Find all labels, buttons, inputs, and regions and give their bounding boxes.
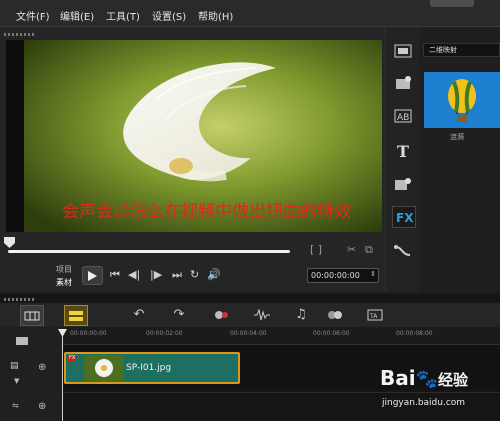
sound-mixer-icon[interactable] xyxy=(251,305,273,324)
overlay-ripple-icon[interactable]: ⊕ xyxy=(38,401,46,412)
prev-frame-icon[interactable]: ◀| xyxy=(128,268,140,281)
next-frame-icon[interactable]: |▶ xyxy=(150,268,162,281)
timeline-ruler[interactable] xyxy=(62,327,500,345)
media-icon[interactable] xyxy=(392,41,414,61)
ruler-tick: 00:00:00:00 xyxy=(70,330,107,337)
menu-file[interactable]: 文件(F) xyxy=(16,8,50,23)
undo-icon[interactable]: ↶ xyxy=(128,305,150,324)
watermark-url: jingyan.baidu.com xyxy=(382,398,466,408)
svg-text:TA: TA xyxy=(369,313,378,320)
project-mode-label[interactable]: 项目 xyxy=(56,264,76,277)
effect-thumbnail-label: 涟漪 xyxy=(450,133,464,141)
overlay-track-icon[interactable]: ⇋ xyxy=(12,401,19,410)
scrubber-bar[interactable] xyxy=(8,250,290,253)
tutorial-caption: 会声会影怎么在视频中做出扭曲的特效 xyxy=(62,202,351,222)
track-dropdown-icon[interactable]: ▼ xyxy=(14,377,19,385)
subtitle-editor-icon[interactable]: TA xyxy=(364,305,386,324)
baidu-jingyan-watermark: Bai🐾经验 jingyan.baidu.com xyxy=(380,366,498,416)
menubar: 文件(F) 编辑(E) 工具(T) 设置(S) 帮助(H) xyxy=(0,0,500,27)
preview-window: 会声会影怎么在视频中做出扭曲的特效 xyxy=(6,40,382,232)
watermark-suffix: 经验 xyxy=(438,371,469,389)
clip-name: SP-I01.jpg xyxy=(126,363,172,373)
playhead-marker[interactable] xyxy=(58,329,67,337)
timecode-value: 00:00:00:00 xyxy=(311,271,360,280)
effect-thumbnail[interactable] xyxy=(424,72,500,128)
timeline-grip[interactable] xyxy=(4,298,36,301)
menu-settings[interactable]: 设置(S) xyxy=(152,8,186,23)
text-icon[interactable]: T xyxy=(392,141,414,161)
timecode-field[interactable]: 00:00:00:00 ⇕ xyxy=(307,268,379,283)
menu-tools[interactable]: 工具(T) xyxy=(106,8,140,23)
timeline-icon[interactable] xyxy=(64,305,88,326)
balloon-icon xyxy=(448,79,476,122)
volume-icon[interactable]: 🔊 xyxy=(207,268,221,281)
play-button[interactable] xyxy=(82,266,103,285)
clip-thumbnail xyxy=(84,355,124,382)
fx-icon[interactable]: FX xyxy=(392,206,416,228)
track-manager-icon[interactable] xyxy=(16,331,28,345)
record-capture-icon[interactable] xyxy=(211,305,233,324)
svg-text:AB: AB xyxy=(397,113,409,123)
mark-in-mark-out[interactable]: [ ] xyxy=(310,243,322,256)
library-panel xyxy=(419,27,500,292)
category-dropdown[interactable]: 二维映射 xyxy=(423,43,500,57)
timeline-clip[interactable]: FX SP-I01.jpg xyxy=(64,352,240,384)
paw-icon: 🐾 xyxy=(415,369,439,390)
watermark-brand: Bai xyxy=(380,366,416,390)
motion-tracking-icon[interactable] xyxy=(324,305,346,324)
mode-switch[interactable]: 项目 素材 xyxy=(56,264,76,290)
scissors-icon[interactable]: ✂ xyxy=(347,243,356,256)
instant-project-icon[interactable] xyxy=(392,73,414,93)
ruler-tick: 00:00:02:00 xyxy=(146,330,183,337)
menu-edit[interactable]: 编辑(E) xyxy=(60,8,94,23)
fx-badge: FX xyxy=(68,355,77,361)
play-icon xyxy=(88,270,97,281)
auto-music-icon[interactable]: ♫ xyxy=(290,305,312,324)
home-icon[interactable]: ⏮ xyxy=(110,268,120,282)
end-icon[interactable]: ⏭ xyxy=(172,268,182,282)
enlarge-icon[interactable]: ⧉ xyxy=(365,243,373,257)
svg-text:FX: FX xyxy=(396,211,413,224)
ripple-edit-icon[interactable]: ⊕ xyxy=(38,362,46,373)
ruler-tick: 00:00:06:00 xyxy=(313,330,350,337)
title-ab-icon[interactable]: AB xyxy=(392,106,414,126)
timecode-stepper-icon[interactable]: ⇕ xyxy=(370,270,376,278)
video-track-icon[interactable]: ▤ xyxy=(10,361,19,371)
scrub-handle[interactable] xyxy=(4,237,15,248)
redo-icon[interactable]: ↷ xyxy=(168,305,190,324)
share-tab[interactable] xyxy=(430,0,474,7)
panel-grip[interactable] xyxy=(4,33,36,36)
graphics-icon[interactable] xyxy=(392,174,414,194)
clip-mode-label[interactable]: 素材 xyxy=(56,277,76,290)
track-headers: ▤ ▼ ⊕ ⇋ ⊕ xyxy=(0,327,62,421)
path-icon[interactable] xyxy=(392,241,414,261)
ruler-tick: 00:00:04:00 xyxy=(230,330,267,337)
repeat-icon[interactable]: ↻ xyxy=(190,268,199,281)
svg-text:T: T xyxy=(397,143,409,159)
menu-help[interactable]: 帮助(H) xyxy=(198,8,233,23)
playhead[interactable] xyxy=(62,330,63,421)
storyboard-icon[interactable] xyxy=(20,305,44,326)
ruler-tick: 00:00:08:00 xyxy=(396,330,433,337)
side-toolbar: AB T FX xyxy=(385,27,419,292)
